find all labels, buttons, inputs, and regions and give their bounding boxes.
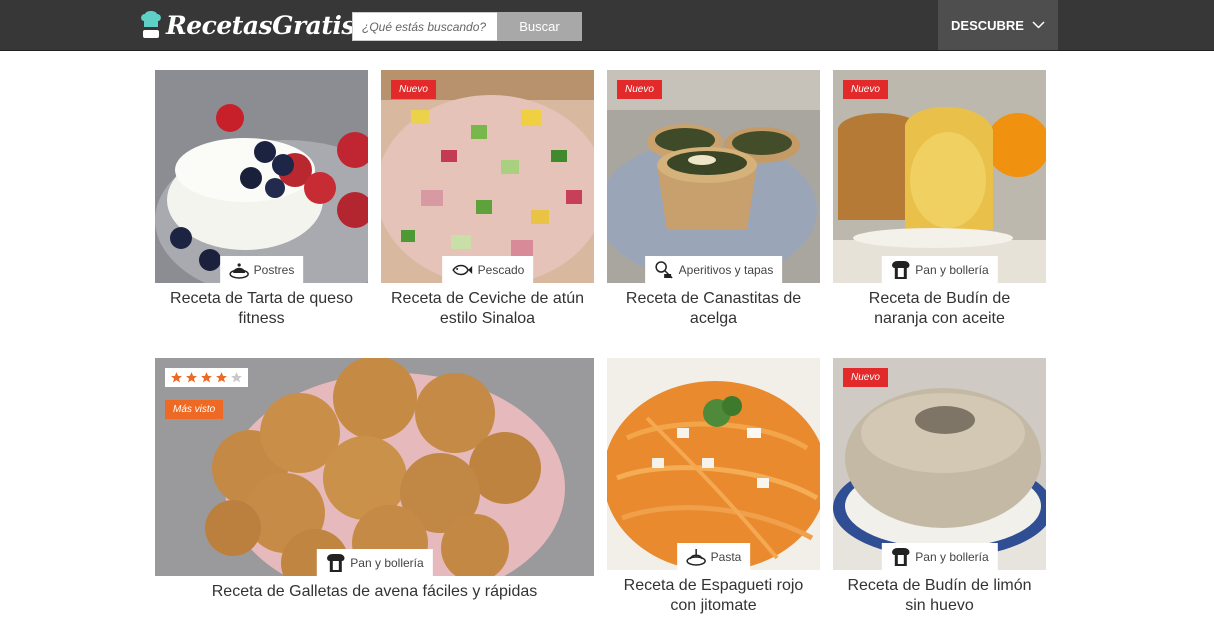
recipe-card[interactable]: Pasta Receta de Espagueti rojo con jitom… — [607, 358, 820, 616]
site-logo[interactable]: RecetasGratis — [140, 8, 355, 42]
discover-label: DESCUBRE — [951, 17, 1024, 33]
recipe-card[interactable]: Nuevo Pan y bollería Receta de Budín de … — [833, 358, 1046, 616]
recipe-title[interactable]: Receta de Ceviche de atún estilo Sinaloa — [381, 289, 594, 329]
discover-menu[interactable]: DESCUBRE — [938, 0, 1058, 50]
recipe-image[interactable]: Nuevo Pescado — [381, 70, 594, 283]
recipe-card[interactable]: Nuevo Pan y bollería Receta de Budín de … — [833, 70, 1046, 329]
top-navbar: RecetasGratis Buscar DESCUBRE — [0, 0, 1214, 51]
category-label[interactable]: Postres — [219, 256, 304, 283]
category-label[interactable]: Pan y bollería — [881, 543, 998, 570]
new-badge: Nuevo — [617, 80, 662, 99]
most-viewed-badge: Más visto — [165, 400, 224, 419]
new-badge: Nuevo — [391, 80, 436, 99]
recipe-title[interactable]: Receta de Espagueti rojo con jitomate — [607, 576, 820, 616]
fish-icon — [451, 264, 472, 275]
star-icon — [216, 372, 227, 383]
dessert-icon — [228, 262, 249, 279]
pasta-icon — [685, 548, 706, 566]
recipe-title[interactable]: Receta de Budín de naranja con aceite — [833, 289, 1046, 329]
appetizer-icon — [654, 260, 673, 279]
category-label[interactable]: Pescado — [441, 256, 534, 283]
recipe-card[interactable]: Más visto Pan y bollería Receta de Galle… — [155, 358, 594, 602]
star-rating — [165, 368, 248, 387]
recipe-image[interactable]: Nuevo Pan y bollería — [833, 358, 1046, 570]
category-text: Pasta — [710, 549, 742, 564]
category-text: Postres — [253, 262, 295, 277]
recipe-title[interactable]: Receta de Galletas de avena fáciles y rá… — [155, 582, 594, 602]
category-label[interactable]: Pasta — [676, 543, 751, 570]
star-icon — [186, 372, 197, 383]
category-label[interactable]: Aperitivos y tapas — [644, 256, 783, 283]
recipe-title[interactable]: Receta de Budín de limón sin huevo — [833, 576, 1046, 616]
search-input[interactable] — [352, 12, 497, 41]
category-label[interactable]: Pan y bollería — [316, 549, 433, 576]
new-badge: Nuevo — [843, 368, 888, 387]
recipe-title[interactable]: Receta de Canastitas de acelga — [607, 289, 820, 329]
chef-hat-icon — [141, 11, 161, 38]
recipe-image[interactable]: Postres — [155, 70, 368, 283]
recipe-card[interactable]: Postres Receta de Tarta de queso fitness — [155, 70, 368, 329]
new-badge: Nuevo — [843, 80, 888, 99]
recipe-title[interactable]: Receta de Tarta de queso fitness — [155, 289, 368, 329]
chevron-down-icon — [1032, 21, 1045, 29]
category-text: Pan y bollería — [915, 549, 989, 564]
category-text: Pescado — [477, 262, 525, 277]
recipe-image[interactable]: Nuevo Aperitivos y tapas — [607, 70, 820, 283]
category-text: Aperitivos y tapas — [678, 262, 774, 277]
star-icon — [201, 372, 212, 383]
recipe-image[interactable]: Nuevo Pan y bollería — [833, 70, 1046, 283]
bread-icon — [891, 260, 910, 279]
bread-icon — [891, 547, 910, 566]
category-text: Pan y bollería — [350, 555, 424, 570]
star-icon — [171, 372, 182, 383]
search-button[interactable]: Buscar — [497, 12, 582, 41]
category-label[interactable]: Pan y bollería — [881, 256, 998, 283]
bread-icon — [326, 553, 345, 572]
recipe-card[interactable]: Nuevo Pescado Receta de Ceviche de atún … — [381, 70, 594, 329]
star-empty-icon — [231, 372, 242, 383]
recipe-card[interactable]: Nuevo Aperitivos y tapas Receta de Canas… — [607, 70, 820, 329]
recipe-image[interactable]: Pasta — [607, 358, 820, 570]
recipe-image[interactable]: Más visto Pan y bollería — [155, 358, 594, 576]
category-text: Pan y bollería — [915, 262, 989, 277]
logo-text: RecetasGratis — [166, 10, 355, 40]
